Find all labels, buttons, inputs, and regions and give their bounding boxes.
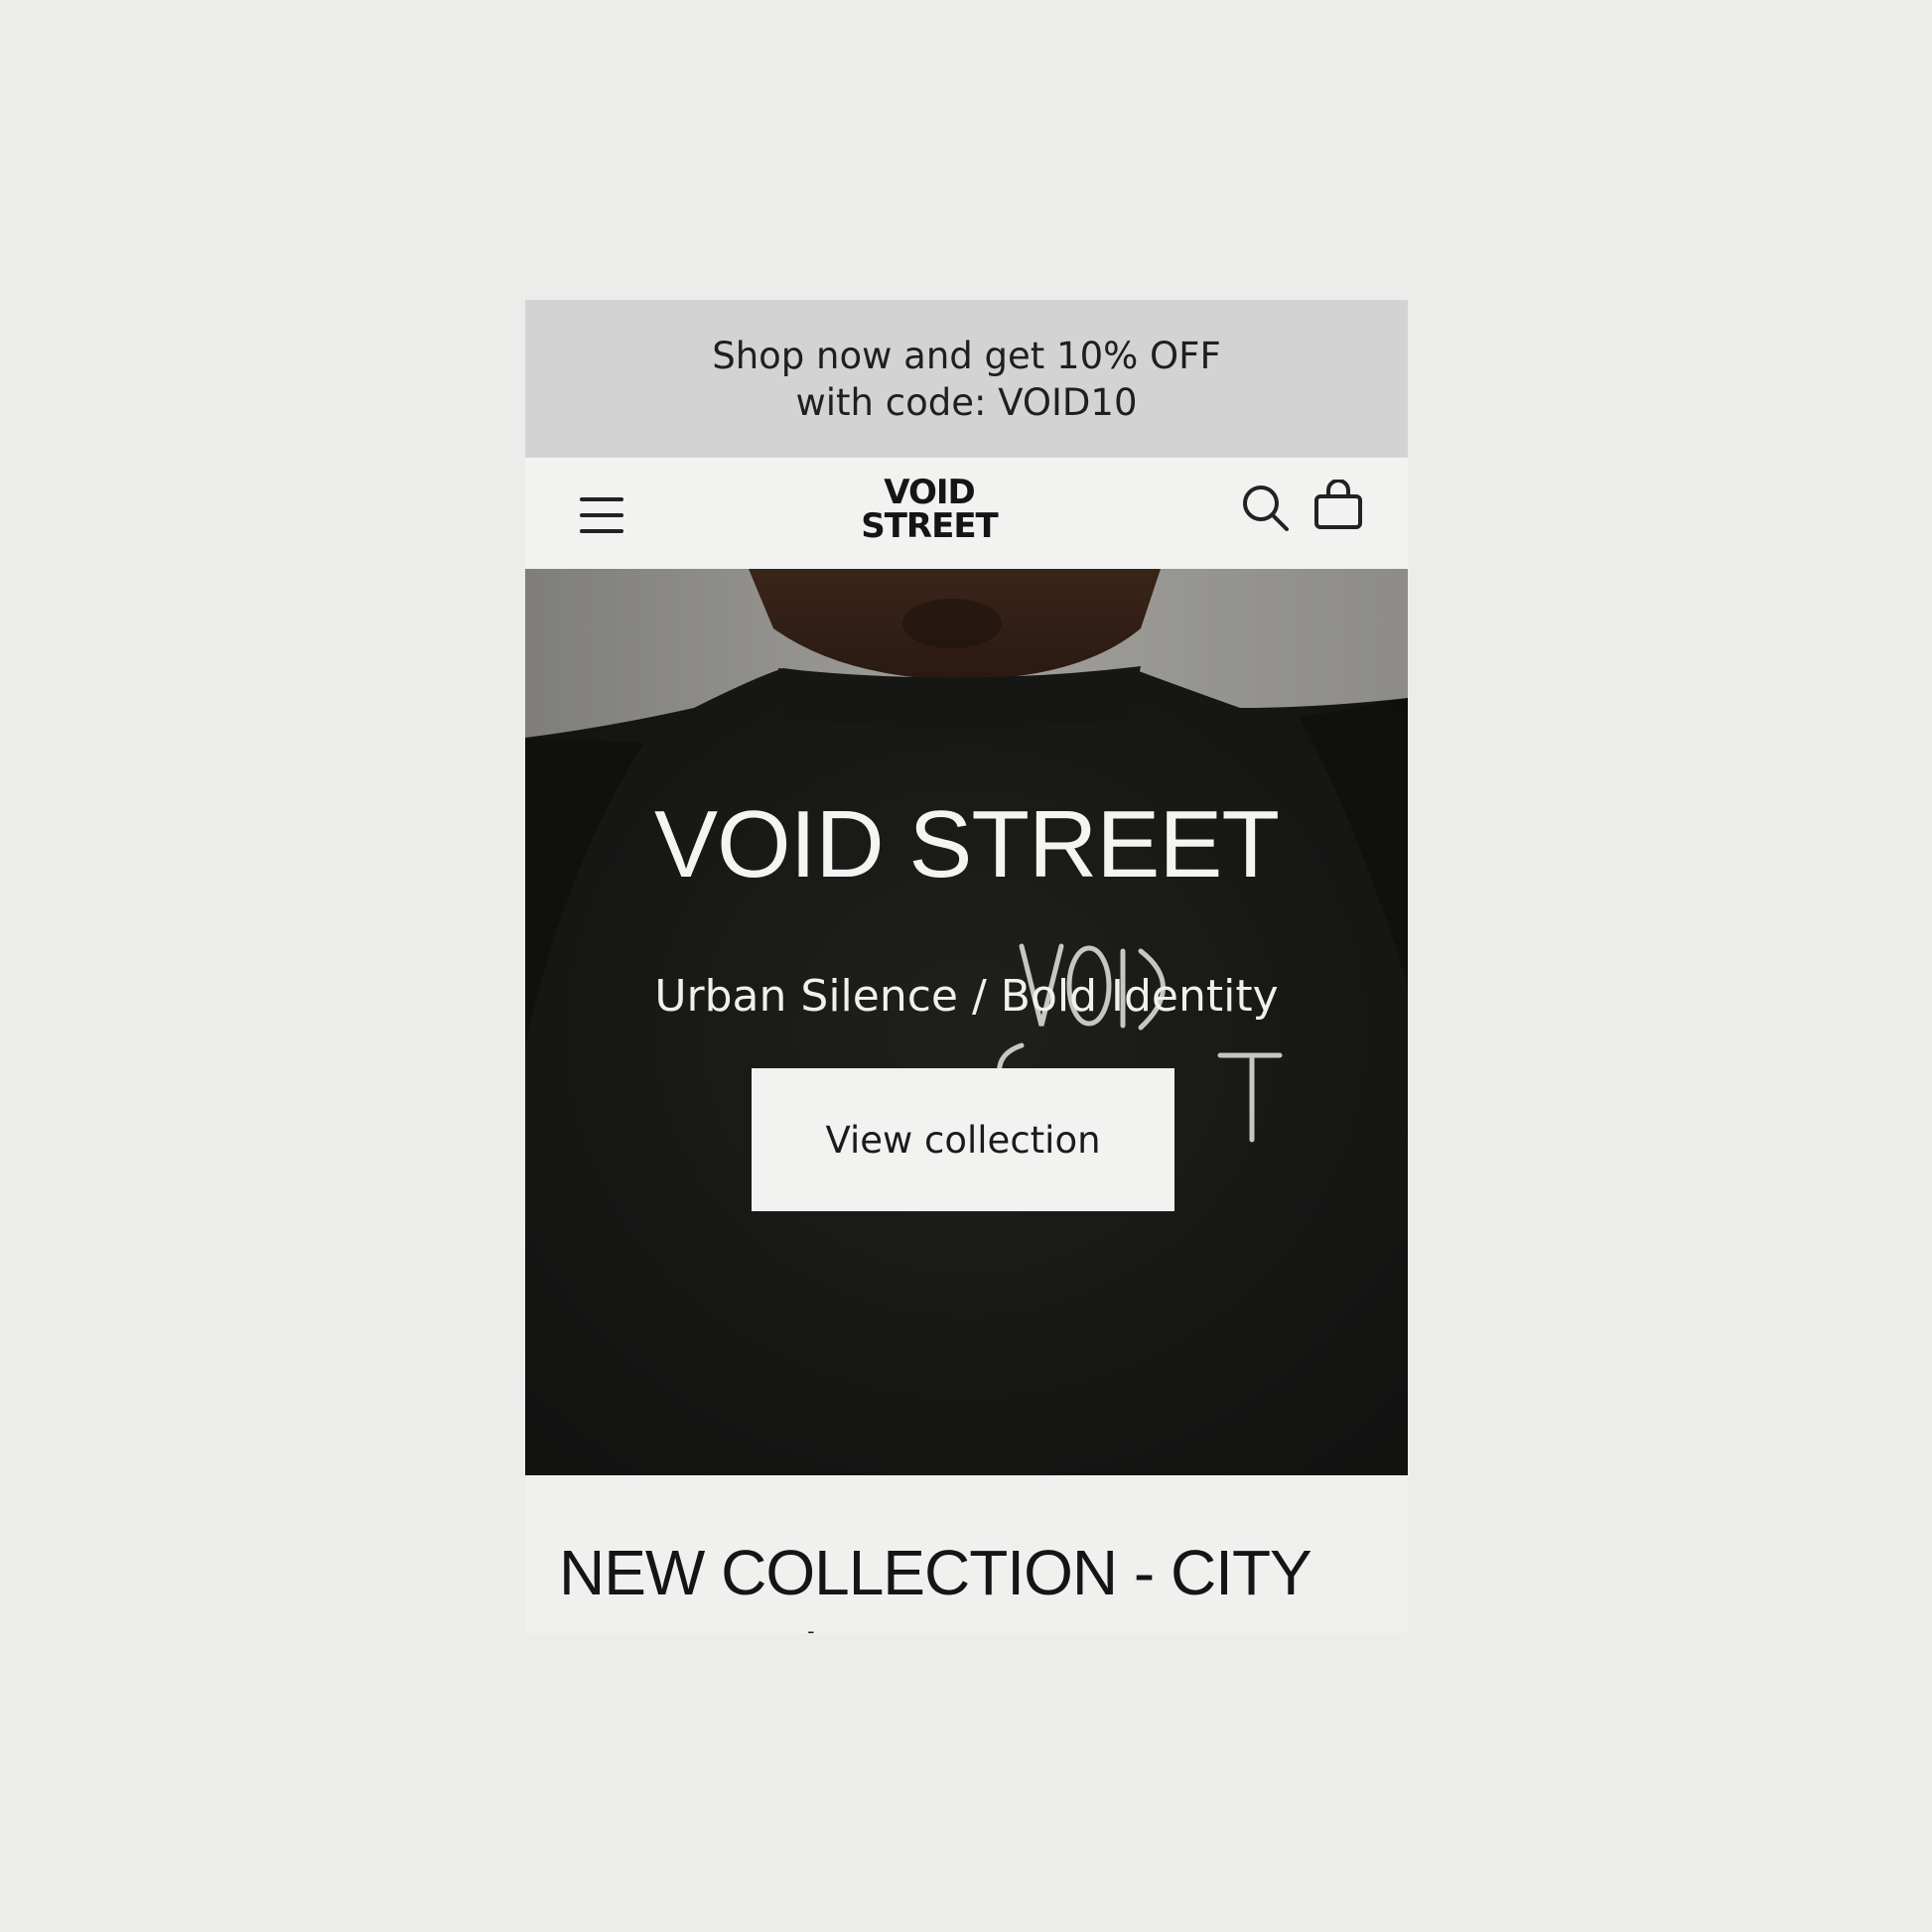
search-button[interactable] [1241, 483, 1291, 533]
menu-button[interactable] [580, 495, 625, 535]
shopping-bag-icon [1314, 479, 1362, 529]
view-collection-button[interactable]: View collection [752, 1068, 1174, 1211]
hero-subtitle: Urban Silence / Bold Identity [654, 971, 1279, 1022]
cart-button[interactable] [1312, 479, 1364, 531]
collection-heading: NEW COLLECTION - CITY SERIES | Drop 01 [559, 1537, 1311, 1633]
search-icon [1243, 485, 1289, 531]
logo-line-2: STREET [861, 506, 999, 546]
mobile-viewport: Shop now and get 10% OFF with code: VOID… [525, 300, 1408, 1633]
announcement-text: Shop now and get 10% OFF with code: VOID… [712, 334, 1221, 424]
site-logo[interactable]: VOID STREET [852, 476, 1007, 543]
site-header: VOID STREET [525, 458, 1408, 569]
hero-banner: VOID STREET Urban Silence / Bold Identit… [525, 569, 1408, 1475]
announcement-bar: Shop now and get 10% OFF with code: VOID… [525, 300, 1408, 458]
logo-line-1: VOID [884, 473, 976, 512]
hero-title: VOID STREET [653, 791, 1280, 897]
